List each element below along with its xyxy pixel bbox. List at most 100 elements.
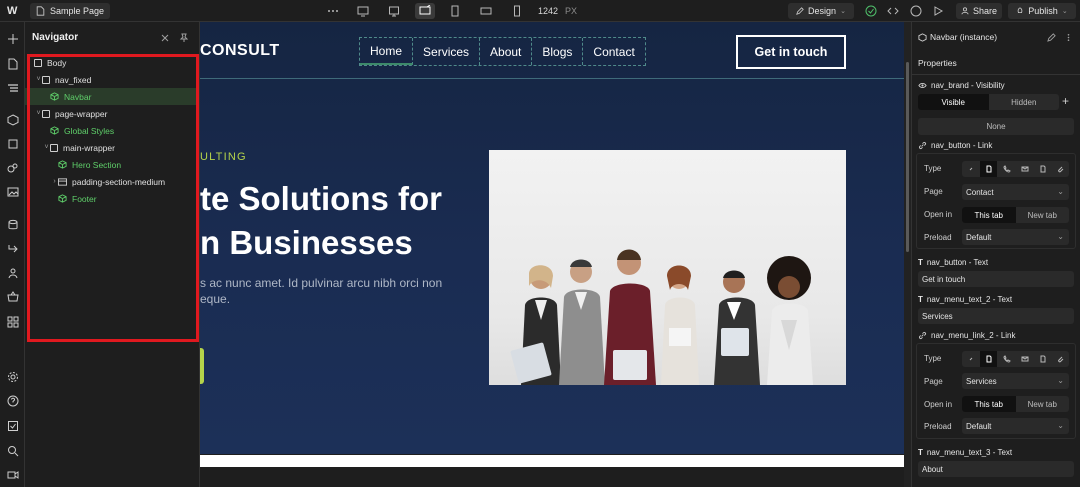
assets-icon[interactable] xyxy=(5,184,20,199)
visibility-toggle: Visible Hidden xyxy=(918,94,1059,110)
file-link-icon[interactable] xyxy=(1034,161,1051,177)
nav-link-home[interactable]: Home xyxy=(360,38,414,65)
nav-link-services[interactable]: Services xyxy=(413,38,481,65)
check-status-icon[interactable] xyxy=(864,4,878,18)
this-tab-option-1[interactable]: This tab xyxy=(962,207,1016,223)
chevron-down-icon: ⌄ xyxy=(840,8,846,15)
nav-link-contact[interactable]: Contact xyxy=(583,38,644,65)
tab-properties[interactable]: Properties xyxy=(918,58,957,68)
tablet-breakpoint-icon[interactable] xyxy=(448,4,462,18)
text3-prop-label: T nav_menu_text_3 - Text xyxy=(918,448,1012,457)
users-icon[interactable] xyxy=(5,265,20,280)
mobile-portrait-icon[interactable] xyxy=(510,4,524,18)
apps-icon[interactable] xyxy=(5,314,20,329)
chevron-down-icon: ⌄ xyxy=(1057,187,1064,196)
share-button[interactable]: Share xyxy=(956,3,1002,19)
site-preview: CONSULT Home Services About Blogs Contac… xyxy=(200,22,904,454)
pin-icon[interactable] xyxy=(179,33,189,43)
base-breakpoint-icon[interactable] xyxy=(415,3,435,19)
none-value[interactable]: None xyxy=(918,118,1074,135)
publish-button[interactable]: Publish ⌄ xyxy=(1008,3,1076,19)
settings-gear-icon[interactable] xyxy=(5,369,20,384)
nav-link-blogs[interactable]: Blogs xyxy=(532,38,584,65)
visible-option[interactable]: Visible xyxy=(918,94,989,110)
variables-icon[interactable] xyxy=(5,136,20,151)
text1-field[interactable]: Get in touch xyxy=(918,271,1074,287)
url-link-icon[interactable] xyxy=(962,351,979,367)
hidden-option[interactable]: Hidden xyxy=(989,94,1060,110)
top-toolbar: W Sample Page 1242 PX Design ⌄ Share Pub… xyxy=(0,0,1080,22)
text-type-icon: T xyxy=(918,295,923,304)
page-label-1: Page xyxy=(924,187,943,196)
laptop-breakpoint-icon[interactable] xyxy=(387,4,401,18)
attachment-link-icon[interactable] xyxy=(1052,351,1069,367)
more-icon[interactable] xyxy=(326,4,340,18)
mobile-landscape-icon[interactable] xyxy=(479,4,493,18)
phone-link-icon[interactable] xyxy=(998,161,1015,177)
phone-link-icon[interactable] xyxy=(998,351,1015,367)
file-link-icon[interactable] xyxy=(1034,351,1051,367)
design-canvas[interactable]: CONSULT Home Services About Blogs Contac… xyxy=(200,22,904,487)
rocket-icon xyxy=(1017,7,1023,13)
code-icon[interactable] xyxy=(886,4,900,18)
audit-checkbox-icon[interactable] xyxy=(5,418,20,433)
new-tab-option-2[interactable]: New tab xyxy=(1016,396,1070,412)
page-select-1[interactable]: Contact ⌄ xyxy=(962,184,1069,200)
email-link-icon[interactable] xyxy=(1016,161,1033,177)
nav-brand[interactable]: CONSULT xyxy=(200,42,280,60)
edit-component-icon[interactable] xyxy=(1047,33,1056,42)
page-name: Sample Page xyxy=(50,6,105,16)
collapse-icon[interactable] xyxy=(160,33,170,43)
help-icon[interactable] xyxy=(5,393,20,408)
add-visibility-icon[interactable]: + xyxy=(1062,94,1069,108)
mode-dropdown[interactable]: Design ⌄ xyxy=(788,3,854,19)
navigator-icon[interactable] xyxy=(5,80,20,95)
openin-toggle-2: This tab New tab xyxy=(962,396,1069,412)
page-link-icon[interactable] xyxy=(980,161,997,177)
preview-play-icon[interactable] xyxy=(931,4,945,18)
components-icon[interactable] xyxy=(5,112,20,127)
styles-icon[interactable] xyxy=(5,160,20,175)
attachment-link-icon[interactable] xyxy=(1052,161,1069,177)
url-link-icon[interactable] xyxy=(962,161,979,177)
text1-label-text: nav_button - Text xyxy=(926,258,989,267)
pages-icon[interactable] xyxy=(5,56,20,71)
canvas-scroll-thumb[interactable] xyxy=(906,62,909,252)
add-icon[interactable] xyxy=(5,31,20,46)
canvas-scrollbar[interactable] xyxy=(904,22,911,487)
ecommerce-icon[interactable] xyxy=(5,289,20,304)
email-link-icon[interactable] xyxy=(1016,351,1033,367)
logic-icon[interactable] xyxy=(5,241,20,256)
page-select-2[interactable]: Services ⌄ xyxy=(962,373,1069,389)
openin-label-1: Open in xyxy=(924,210,953,219)
text3-field[interactable]: About xyxy=(918,461,1074,477)
text2-label-text: nav_menu_text_2 - Text xyxy=(926,295,1013,304)
comment-icon[interactable] xyxy=(909,4,923,18)
pencil-icon xyxy=(796,7,804,15)
get-in-touch-button[interactable]: Get in touch xyxy=(736,35,846,69)
hero-heading-line-1: te Solutions for xyxy=(200,180,442,217)
preload-select-1[interactable]: Default ⌄ xyxy=(962,229,1069,245)
text2-field[interactable]: Services xyxy=(918,308,1074,324)
webflow-logo[interactable]: W xyxy=(7,5,17,17)
navbar[interactable]: CONSULT Home Services About Blogs Contac… xyxy=(200,22,904,79)
preload-select-2[interactable]: Default ⌄ xyxy=(962,418,1069,434)
page-selector[interactable]: Sample Page xyxy=(30,3,111,19)
team-photo-illustration xyxy=(510,249,813,385)
search-icon[interactable] xyxy=(5,443,20,458)
hero-button[interactable] xyxy=(200,348,204,384)
canvas-width-value[interactable]: 1242 xyxy=(538,6,558,16)
new-tab-option-1[interactable]: New tab xyxy=(1016,207,1070,223)
page-link-icon[interactable] xyxy=(980,351,997,367)
user-icon xyxy=(961,7,969,15)
nav-link-about[interactable]: About xyxy=(480,38,533,65)
more-options-icon[interactable] xyxy=(1064,33,1073,42)
type-label-2: Type xyxy=(924,354,942,363)
cms-icon[interactable] xyxy=(5,217,20,232)
navigator-title: Navigator xyxy=(32,32,79,43)
video-icon[interactable] xyxy=(5,467,20,482)
text-type-icon: T xyxy=(918,448,923,457)
chevron-down-icon: ⌄ xyxy=(1061,8,1068,15)
this-tab-option-2[interactable]: This tab xyxy=(962,396,1016,412)
desktop-breakpoint-icon[interactable] xyxy=(356,4,370,18)
